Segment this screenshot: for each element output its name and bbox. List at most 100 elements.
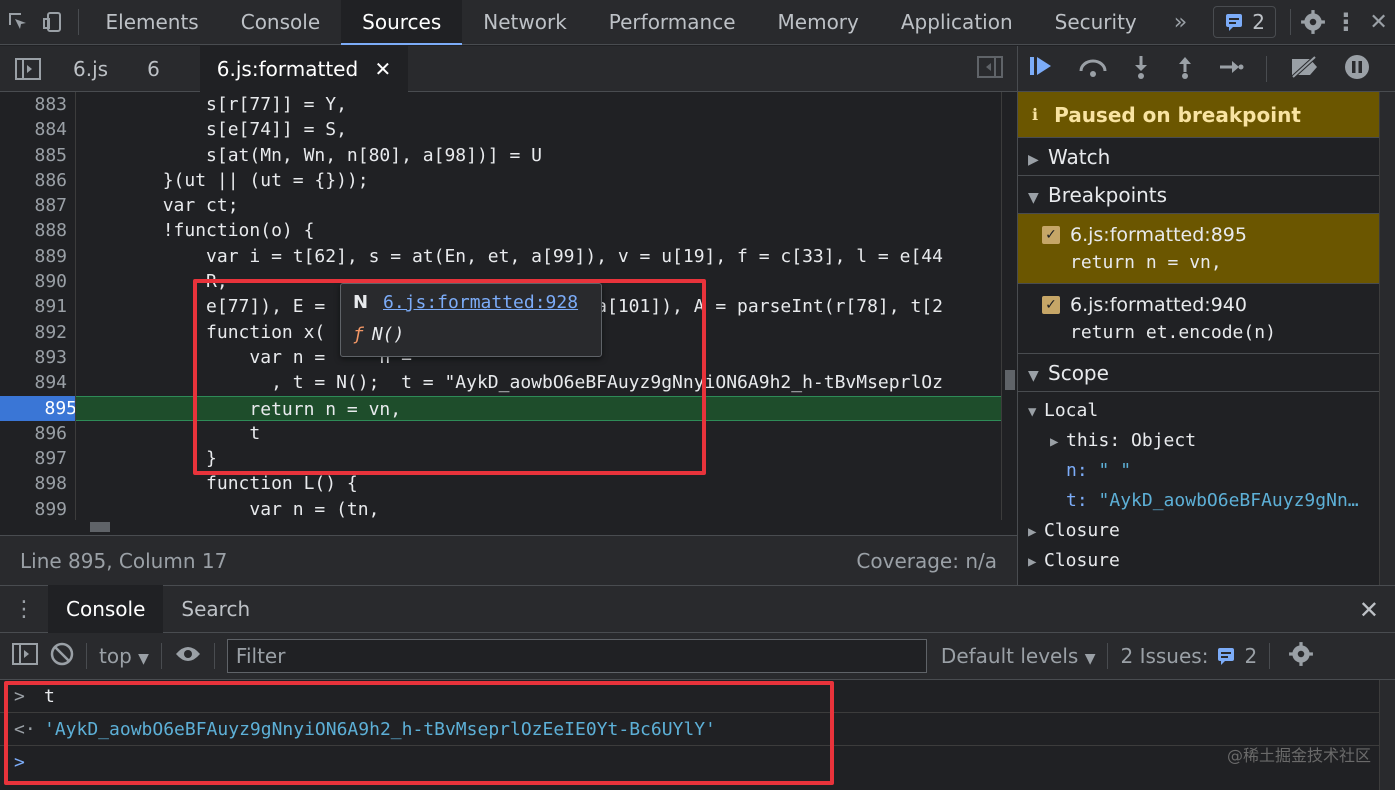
collapse-arrow-icon: ▼ [1028, 404, 1037, 420]
file-tab-6[interactable]: 6 [125, 46, 200, 92]
close-tab-icon[interactable]: ✕ [375, 57, 392, 81]
log-levels-label: Default levels [940, 644, 1079, 668]
tab-sources[interactable]: Sources [341, 0, 463, 45]
scrollbar-thumb[interactable] [1005, 370, 1015, 390]
scope-closure[interactable]: ▶ Closure [1028, 516, 1395, 546]
code-line[interactable]: !function(o) { [76, 218, 1001, 243]
drawer-tab-strip: ⋮ Console Search ✕ [0, 585, 1395, 633]
code-line[interactable]: var i = t[62], s = at(En, et, a[99]), v … [76, 244, 1001, 269]
step-over-icon[interactable] [1078, 55, 1108, 83]
line-number[interactable]: 892 [0, 320, 75, 345]
scope-this[interactable]: ▶ this: Object [1028, 426, 1395, 456]
device-toolbar-icon[interactable] [36, 0, 72, 45]
code-line[interactable]: s[at(Mn, Wn, n[80], a[98])] = U [76, 143, 1001, 168]
toolbar-divider [1289, 9, 1291, 35]
issues-counter-button[interactable]: 2 [1213, 6, 1276, 38]
line-number[interactable]: 894 [0, 370, 75, 395]
inspect-element-icon[interactable] [0, 0, 36, 45]
pause-on-exceptions-icon[interactable] [1343, 53, 1371, 85]
settings-gear-icon[interactable] [1297, 9, 1330, 35]
line-number[interactable]: 891 [0, 294, 75, 319]
editor-horizontal-scrollbar[interactable] [76, 520, 1001, 534]
show-sidebar-icon[interactable] [12, 642, 38, 670]
live-expression-eye-icon[interactable] [174, 644, 202, 669]
deactivate-breakpoints-icon[interactable] [1289, 55, 1321, 83]
closure-label: Closure [1044, 550, 1120, 571]
line-number[interactable]: 888 [0, 218, 75, 243]
scope-local[interactable]: ▼ Local [1028, 396, 1395, 426]
line-number-gutter[interactable]: 883 884 885 886 887 888 889 890 891 892 … [0, 92, 76, 520]
info-icon: ℹ [1032, 105, 1039, 124]
line-number[interactable]: 896 [0, 421, 75, 446]
step-out-icon[interactable] [1174, 54, 1196, 84]
log-levels-dropdown[interactable]: Default levels ▼ [941, 644, 1096, 668]
step-into-icon[interactable] [1130, 54, 1152, 84]
line-number[interactable]: 889 [0, 244, 75, 269]
tab-console[interactable]: Console [220, 0, 341, 45]
resume-icon[interactable] [1028, 54, 1056, 84]
code-line[interactable]: function L() { [76, 471, 1001, 496]
highlight-box-code [193, 279, 706, 475]
var-t-value: "AykD_aowbO6eBFAuyz9gNn… [1098, 490, 1359, 511]
toolbar-divider [1269, 643, 1271, 669]
close-devtools-icon[interactable]: ✕ [1362, 10, 1395, 35]
line-number[interactable]: 885 [0, 143, 75, 168]
console-toolbar: top ▼ Default levels ▼ 2 Issues: 2 [0, 633, 1395, 680]
line-number[interactable]: 883 [0, 92, 75, 117]
breakpoint-checkbox[interactable]: ✓ [1042, 296, 1060, 314]
code-line[interactable]: var ct; [76, 193, 1001, 218]
breakpoint-checkbox[interactable]: ✓ [1042, 226, 1060, 244]
clear-console-icon[interactable] [50, 642, 74, 671]
drawer-tab-console[interactable]: Console [48, 585, 164, 633]
code-line[interactable]: s[e[74]] = S, [76, 117, 1001, 142]
breakpoint-item[interactable]: ✓ 6.js:formatted:895 return n = vn, [1018, 214, 1395, 284]
watch-label: Watch [1048, 145, 1111, 169]
code-line[interactable]: var n = (tn, [76, 497, 1001, 520]
debugger-scrollbar[interactable] [1379, 92, 1395, 585]
drawer-tab-search[interactable]: Search [163, 585, 268, 633]
line-number[interactable]: 890 [0, 269, 75, 294]
tab-memory[interactable]: Memory [757, 0, 880, 45]
breakpoint-code: return et.encode(n) [1070, 322, 1276, 343]
breakpoints-section-header[interactable]: ▼ Breakpoints [1018, 176, 1395, 214]
line-number[interactable]: 898 [0, 471, 75, 496]
tab-performance[interactable]: Performance [588, 0, 757, 45]
editor-vertical-scrollbar[interactable] [1001, 92, 1017, 520]
console-filter-input[interactable] [226, 639, 927, 673]
scope-section-header[interactable]: ▼ Scope [1018, 354, 1395, 392]
line-number[interactable]: 899 [0, 497, 75, 520]
code-line[interactable]: s[r[77]] = Y, [76, 92, 1001, 117]
scope-closure[interactable]: ▶ Closure [1028, 546, 1395, 576]
close-drawer-icon[interactable]: ✕ [1359, 596, 1379, 624]
step-icon[interactable] [1218, 56, 1244, 82]
console-scrollbar[interactable] [1379, 680, 1395, 790]
scope-var-n[interactable]: n: " " [1028, 456, 1395, 486]
tab-application[interactable]: Application [880, 0, 1034, 45]
scrollbar-thumb[interactable] [90, 522, 110, 532]
scope-var-t[interactable]: t: "AykD_aowbO6eBFAuyz9gNn… [1028, 486, 1395, 516]
file-tab-6-js[interactable]: 6.js [56, 46, 125, 92]
line-number[interactable]: 884 [0, 117, 75, 142]
context-selector[interactable]: top ▼ [99, 644, 149, 668]
tab-network[interactable]: Network [462, 0, 588, 45]
issues-count: 2 [1252, 10, 1265, 34]
file-tab-6-js-formatted[interactable]: 6.js:formatted ✕ [199, 45, 409, 92]
watch-section-header[interactable]: ▶ Watch [1018, 138, 1395, 176]
tab-elements[interactable]: Elements [85, 0, 220, 45]
line-number[interactable]: 893 [0, 345, 75, 370]
line-number[interactable]: 897 [0, 446, 75, 471]
tab-security[interactable]: Security [1034, 0, 1158, 45]
more-options-icon[interactable]: ⋮ [1330, 8, 1363, 36]
breakpoint-line-number[interactable]: 895 [0, 395, 75, 421]
more-tabs-chevron-icon[interactable]: » [1158, 10, 1203, 35]
dropdown-arrow-icon: ▼ [138, 651, 149, 667]
toggle-debugger-sidebar-icon[interactable] [977, 55, 1003, 82]
console-issues-button[interactable]: 2 Issues: 2 [1120, 644, 1257, 668]
drawer-menu-icon[interactable]: ⋮ [0, 597, 48, 622]
line-number[interactable]: 887 [0, 193, 75, 218]
breakpoint-item[interactable]: ✓ 6.js:formatted:940 return et.encode(n) [1018, 284, 1395, 354]
console-settings-gear-icon[interactable] [1288, 641, 1314, 672]
toggle-navigator-icon[interactable] [0, 57, 56, 80]
line-number[interactable]: 886 [0, 168, 75, 193]
code-line[interactable]: }(ut || (ut = {})); [76, 168, 1001, 193]
